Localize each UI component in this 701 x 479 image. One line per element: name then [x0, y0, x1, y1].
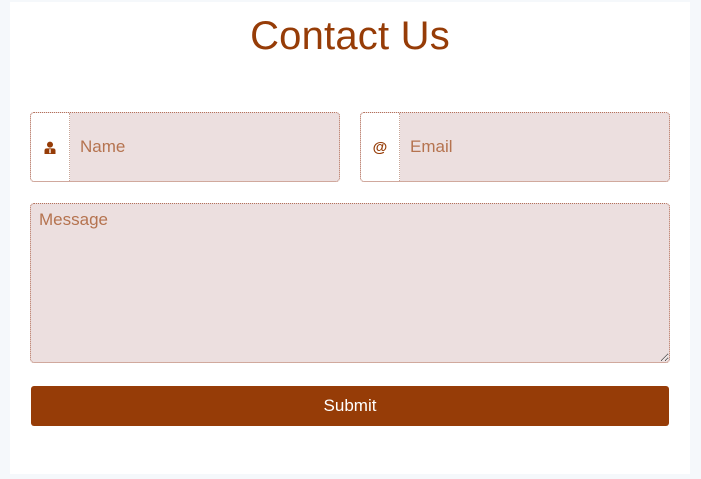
submit-button[interactable]: Submit — [31, 386, 669, 426]
email-input-group: @ — [360, 112, 670, 182]
email-input[interactable] — [400, 113, 669, 181]
name-input-group — [30, 112, 340, 182]
name-input[interactable] — [70, 113, 339, 181]
contact-form-card: Contact Us @ Submit — [10, 2, 690, 474]
message-textarea[interactable] — [30, 203, 670, 363]
user-icon — [31, 113, 70, 181]
at-sign-icon: @ — [361, 113, 400, 181]
page-title: Contact Us — [250, 14, 450, 58]
